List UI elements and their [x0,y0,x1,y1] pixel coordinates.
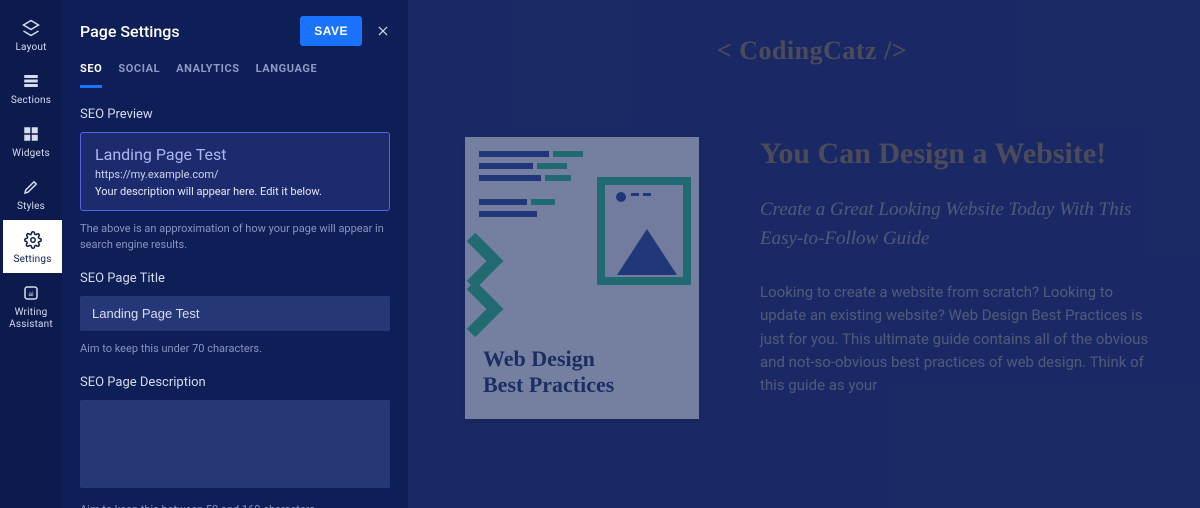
gear-icon [23,230,43,250]
settings-panel: Page Settings SAVE SEO SOCIAL ANALYTICS … [62,0,408,508]
tab-seo[interactable]: SEO [80,62,102,88]
site-content: < CodingCatz /> [408,0,1200,508]
seo-preview-url: https://my.example.com/ [95,168,375,181]
seo-desc-textarea[interactable] [80,400,390,488]
rail-item-styles[interactable]: Styles [0,167,62,220]
sections-icon [21,71,41,91]
book-cover: Web Design Best Practices [464,136,700,420]
layers-icon [21,18,41,38]
site-brand: < CodingCatz /> [464,36,1160,66]
seo-preview-title: Landing Page Test [95,145,375,164]
seo-preview-hint: The above is an approximation of how you… [80,221,390,253]
rail-label: Widgets [12,148,50,159]
seo-preview-desc: Your description will appear here. Edit … [95,185,375,198]
panel-header: Page Settings SAVE [62,0,408,56]
seo-preview-label: SEO Preview [80,107,390,122]
rail-item-writing-assistant[interactable]: ai Writing Assistant [0,273,62,339]
settings-tabs: SEO SOCIAL ANALYTICS LANGUAGE [62,56,408,89]
rail-label: Styles [17,201,45,212]
tab-language[interactable]: LANGUAGE [256,62,318,88]
widgets-icon [21,124,41,144]
seo-preview-box: Landing Page Test https://my.example.com… [80,132,390,211]
rail-label: Settings [13,254,51,265]
site-body: Looking to create a website from scratch… [760,281,1160,397]
site-copy: You Can Design a Website! Create a Great… [760,136,1160,397]
seo-title-hint: Aim to keep this under 70 characters. [80,341,390,357]
panel-title: Page Settings [80,22,300,41]
rail-item-layout[interactable]: Layout [0,8,62,61]
seo-title-input[interactable] [80,296,390,331]
site-headline: You Can Design a Website! [760,136,1160,172]
brush-icon [21,177,41,197]
settings-scroll[interactable]: SEO Preview Landing Page Test https://my… [62,89,408,508]
rail-item-settings[interactable]: Settings [0,220,62,273]
save-button[interactable]: SAVE [300,16,362,46]
tab-analytics[interactable]: ANALYTICS [176,62,239,88]
rail-label: Sections [11,95,51,106]
canvas-preview[interactable]: < CodingCatz /> [408,0,1200,508]
close-icon[interactable] [376,24,390,38]
rail-label: Writing Assistant [0,307,62,331]
seo-title-label: SEO Page Title [80,271,390,286]
left-nav-rail: Layout Sections Widgets Styles Settings … [0,0,62,508]
tab-social[interactable]: SOCIAL [118,62,160,88]
rail-item-sections[interactable]: Sections [0,61,62,114]
site-subhead: Create a Great Looking Website Today Wit… [760,196,1160,253]
rail-label: Layout [15,42,46,53]
ai-icon: ai [21,283,41,303]
rail-item-widgets[interactable]: Widgets [0,114,62,167]
seo-desc-hint: Aim to keep this between 50 and 160 char… [80,502,390,508]
svg-text:ai: ai [28,290,34,298]
book-title: Web Design Best Practices [483,346,614,397]
seo-desc-label: SEO Page Description [80,375,390,390]
